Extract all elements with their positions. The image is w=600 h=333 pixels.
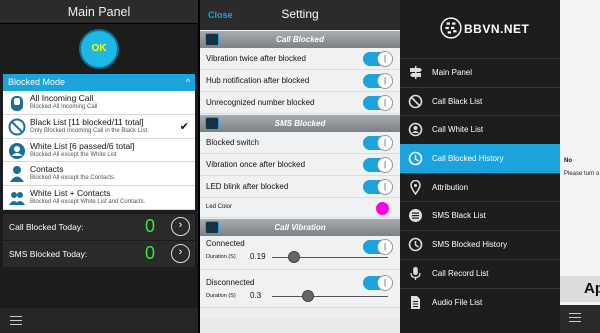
- setting-row: Unrecognized number blocked |: [200, 92, 400, 114]
- mode-item-all-incoming[interactable]: All Incoming Call Blocked All Incoming C…: [3, 91, 195, 115]
- call-blocked-count: 0: [145, 215, 156, 236]
- nav-attribution[interactable]: Attribution: [400, 172, 560, 202]
- section-call-blocked: Call Blocked: [200, 31, 400, 48]
- block-icon: [8, 118, 26, 136]
- slider-track: [272, 296, 388, 297]
- call-block-icon: [408, 94, 423, 108]
- list-icon: [409, 209, 422, 223]
- signpost-icon: [410, 66, 422, 79]
- site-logo-text: BBVN.NET: [464, 22, 530, 36]
- setting-title: Setting: [281, 7, 319, 21]
- setting-row: Vibration twice after blocked |: [200, 48, 400, 70]
- menu-icon[interactable]: [569, 313, 581, 322]
- location-pin-icon: [410, 179, 421, 195]
- toggle-switch[interactable]: |: [363, 157, 393, 173]
- chevron-right-icon[interactable]: ›: [171, 243, 190, 263]
- nav-call-black-list[interactable]: Call Black List: [400, 86, 560, 116]
- toggle-knob: |: [377, 179, 393, 195]
- mode-item-black-list[interactable]: Black List [11 blocked/11 total] Only Bl…: [3, 115, 195, 139]
- toggle-knob: |: [377, 73, 393, 89]
- toggle-knob: |: [377, 95, 393, 111]
- setting-row: Hub notification after blocked |: [200, 70, 400, 92]
- led-color-swatch[interactable]: [376, 202, 389, 215]
- nav-call-blocked-history[interactable]: Call Blocked History: [400, 144, 560, 173]
- section-call-vibration: Call Vibration: [200, 219, 400, 236]
- nav-audio-file-list[interactable]: Audio File List: [400, 287, 560, 317]
- section-sms-blocked: SMS Blocked: [200, 115, 400, 132]
- toggle-switch[interactable]: |: [363, 95, 393, 111]
- call-allow-icon: [408, 123, 423, 137]
- sms-blocked-today-row: SMS Blocked Today: 0 ›: [3, 239, 195, 267]
- nav-call-record-list[interactable]: Call Record List: [400, 258, 560, 288]
- history-icon: [408, 151, 423, 166]
- toggle-knob: |: [377, 135, 393, 151]
- setting-row: Vibration once after blocked |: [200, 154, 400, 176]
- nav-drawer: BBVN.NET Main Panel Call Black List Call…: [400, 0, 560, 333]
- toggle-switch[interactable]: |: [363, 135, 393, 151]
- bottom-action-bar: [0, 308, 198, 333]
- mode-item-white-list[interactable]: White List [6 passed/6 total] Blocked Al…: [3, 139, 195, 163]
- setting-panel: Close Setting Call Blocked Vibration twi…: [200, 0, 400, 333]
- nav-main-panel[interactable]: Main Panel: [400, 58, 560, 87]
- phone-icon: [11, 96, 23, 111]
- toggle-switch[interactable]: |: [363, 51, 393, 67]
- led-color-row: Led Color: [200, 198, 400, 218]
- chevron-right-icon[interactable]: ›: [171, 216, 190, 236]
- chevron-up-icon: ^: [185, 77, 190, 87]
- setting-row: Blocked switch |: [200, 132, 400, 154]
- setting-row: LED blink after blocked |: [200, 176, 400, 198]
- contact-circle-icon: [9, 142, 25, 159]
- nav-call-white-list[interactable]: Call White List: [400, 115, 560, 144]
- disconnected-row: Disconnected | Duration (S) 0.3: [200, 270, 400, 308]
- partial-screen: No Please turn o Ap: [560, 0, 600, 333]
- person-icon: [10, 166, 24, 183]
- bottom-action-bar: [560, 305, 600, 333]
- toggle-switch[interactable]: |: [363, 73, 393, 89]
- ok-button[interactable]: OK: [79, 29, 119, 69]
- slider-thumb[interactable]: [288, 251, 300, 263]
- checkmark-icon: ✔: [179, 120, 189, 133]
- people-icon: [9, 192, 25, 206]
- microphone-icon: [410, 266, 421, 280]
- toggle-switch[interactable]: |: [363, 179, 393, 195]
- document-icon: [411, 295, 420, 309]
- bottom-bar: [200, 318, 400, 333]
- nav-sms-black-list[interactable]: SMS Black List: [400, 201, 560, 230]
- call-blocked-today-row: Call Blocked Today: 0 ›: [3, 212, 195, 240]
- toggle-switch[interactable]: |: [363, 275, 393, 291]
- blocked-mode-list: All Incoming Call Blocked All Incoming C…: [3, 91, 195, 210]
- slider-thumb[interactable]: [302, 290, 314, 302]
- blocked-mode-header[interactable]: Blocked Mode ^: [3, 74, 195, 91]
- sms-blocked-count: 0: [145, 242, 156, 263]
- history-icon: [408, 237, 423, 252]
- blackberry-logo-icon: [440, 17, 462, 39]
- main-panel-title: Main Panel: [0, 0, 198, 24]
- blocked-stats: Call Blocked Today: 0 › SMS Blocked Toda…: [3, 212, 195, 267]
- mode-item-white-list-contacts[interactable]: White List + Contacts Blocked All except…: [3, 186, 195, 210]
- duration-slider[interactable]: Duration (S) 0.3: [200, 289, 400, 303]
- menu-icon[interactable]: [10, 316, 22, 325]
- connected-row: Connected | Duration (S) 0.19: [200, 236, 400, 270]
- toggle-knob: |: [377, 157, 393, 173]
- main-panel: Main Panel OK Blocked Mode ^ All Incomin…: [0, 0, 198, 333]
- duration-slider[interactable]: Duration (S) 0.19: [200, 250, 400, 264]
- logo-area: BBVN.NET: [400, 0, 560, 58]
- mode-item-contacts[interactable]: Contacts Blocked All except the Contacts…: [3, 162, 195, 187]
- nav-sms-blocked-history[interactable]: SMS Blocked History: [400, 230, 560, 259]
- toggle-knob: |: [377, 51, 393, 67]
- setting-header: Close Setting: [200, 0, 400, 30]
